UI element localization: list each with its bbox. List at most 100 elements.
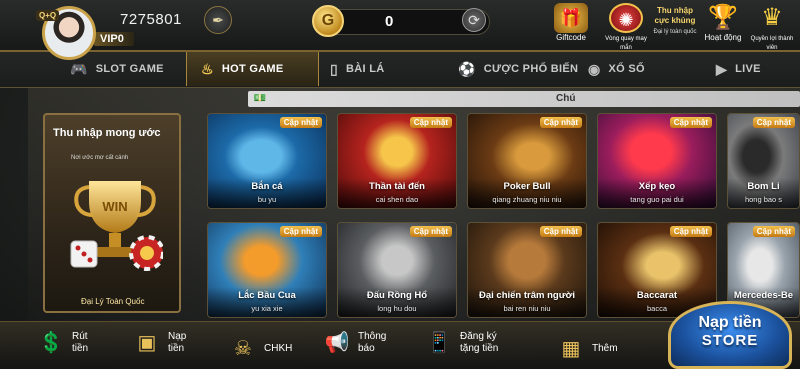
game-name: Mercedes-Be (733, 290, 794, 301)
news-ticker (248, 91, 800, 107)
category-tabs: 🎮 SLOT GAME ♨ HOT GAME ▯ BÀI LÁ ⚽ CƯỢC P… (0, 52, 800, 88)
register-bonus-button[interactable]: 📱 Đăng ký tặng tiền (424, 328, 499, 358)
coin-value: 0 (385, 13, 394, 30)
notifications-button[interactable]: 📢 Thông báo (322, 328, 387, 358)
game-subtitle: tang guo pai dui (630, 195, 684, 204)
game-name: Poker Bull (503, 181, 551, 192)
game-name: Đấu Rồng Hổ (366, 290, 428, 301)
support-button[interactable]: ☠ CHKH (228, 334, 292, 364)
tab-bai-la[interactable]: ▯ BÀI LÁ (330, 52, 384, 86)
more-label: Thêm (592, 343, 618, 354)
notifications-label-2: báo (358, 343, 375, 354)
update-badge: Cập nhật (409, 117, 452, 128)
game-card[interactable]: Cập nhật Poker Bull qiang zhuang niu niu (467, 113, 587, 209)
update-badge: Cập nhật (669, 226, 712, 237)
balance-value: 7275801 (120, 11, 182, 28)
more-icon: ▦ (561, 338, 581, 360)
phone-gift-icon: 📱 (426, 332, 452, 354)
game-subtitle: qiang zhuang niu niu (492, 195, 562, 204)
money-icon: 💵 (253, 93, 267, 104)
member-benefits-label: Quyền lợi thành viên (750, 36, 794, 51)
tab-slot-game[interactable]: 🎮 SLOT GAME (70, 52, 164, 86)
game-card[interactable]: Cập nhật Xếp kẹo tang guo pai dui (597, 113, 717, 209)
giftcode-label: Giftcode (556, 33, 586, 42)
promo-subtitle: Nơi ước mơ cất cánh (71, 155, 129, 161)
megaphone-icon: 📢 (324, 332, 350, 354)
game-name: Bom Li (747, 181, 780, 192)
coin-icon: G (312, 5, 344, 37)
game-name: Lắc Bầu Cua (238, 290, 296, 301)
tab-xo-so[interactable]: ◉ XỔ SỐ (588, 52, 645, 86)
store-label-1: Nạp tiền (698, 314, 762, 331)
update-badge: Cập nhật (279, 117, 322, 128)
agency-promo-banner[interactable]: Thu nhập mong ước Nơi ước mơ cất cánh WI… (43, 113, 181, 313)
tab-hot-game[interactable]: ♨ HOT GAME (186, 52, 319, 86)
trophy-icon: WIN (70, 181, 163, 271)
game-subtitle: yu xia xie (251, 304, 283, 313)
game-card[interactable]: Cập nhật Bom Li hong bao s (727, 113, 800, 209)
game-name: Bắn cá (251, 181, 283, 192)
vip-level-label: VIP0 (94, 32, 134, 46)
crown-icon: ♛ (761, 4, 783, 31)
game-subtitle: cai shen dao (375, 195, 419, 204)
activity-button[interactable]: 🏆 Hoạt động (704, 3, 742, 42)
ball-icon: ⚽ (458, 60, 476, 77)
support-icon: ☠ (234, 338, 252, 360)
lucky-spin-label: Vòng quay may mắn (605, 36, 647, 51)
wheel-icon: ✺ (609, 3, 643, 33)
lottery-icon: ◉ (588, 60, 601, 77)
game-name: Đại chiến trâm người (479, 290, 575, 301)
update-badge: Cập nhật (279, 226, 322, 237)
vip-rank-badge: Q+Q (36, 10, 60, 21)
feather-icon[interactable]: ✒ (204, 6, 232, 34)
game-subtitle: hong bao s (744, 195, 783, 204)
withdraw-label-1: Rút (72, 331, 88, 342)
update-badge: Cập nhật (539, 117, 582, 128)
gamepad-icon: 🎮 (70, 60, 88, 77)
game-card[interactable]: Cập nhật Lắc Bầu Cua yu xia xie (207, 222, 327, 318)
giftcode-button[interactable]: 🎁 Giftcode (554, 3, 588, 42)
cards-icon: ▯ (330, 60, 339, 77)
game-subtitle: long hu dou (377, 304, 417, 313)
promo-title: Thu nhập mong ước (53, 127, 161, 139)
deposit-button[interactable]: ▣ Nạp tiền (132, 328, 187, 358)
game-card[interactable]: Cập nhật Đấu Rồng Hổ long hu dou (337, 222, 457, 318)
trophy-win-text: WIN (102, 199, 127, 214)
tab-live[interactable]: ▶ LIVE (716, 52, 761, 86)
game-name: Thần tài đến (369, 181, 425, 192)
income-sub-label: Đại lý toàn quốc (653, 29, 697, 35)
activity-label: Hoạt động (704, 33, 742, 42)
tab-label: LIVE (735, 63, 761, 75)
support-label: CHKH (264, 343, 293, 354)
refresh-icon[interactable]: ⟳ (462, 8, 486, 32)
register-label-2: tặng tiền (460, 343, 499, 354)
trophy-icon: 🏆 (708, 4, 738, 31)
withdraw-label-2: tiền (72, 343, 89, 354)
game-subtitle: bai ren niu niu (503, 304, 551, 313)
member-benefits-button[interactable]: ♛ Quyền lợi thành viên (750, 3, 794, 51)
game-card[interactable]: Cập nhật Thần tài đến cai shen dao (337, 113, 457, 209)
deposit-label-1: Nạp (168, 331, 187, 342)
fire-icon: ♨ (201, 60, 214, 77)
game-card[interactable]: Cập nhật Baccarat bacca (597, 222, 717, 318)
game-name: Baccarat (636, 290, 678, 301)
update-badge: Cập nhật (669, 117, 712, 128)
tab-label: CƯỢC PHỔ BIẾN (483, 63, 579, 75)
game-subtitle: bu yu (257, 195, 277, 204)
tab-label: HOT GAME (221, 63, 284, 75)
game-card[interactable]: Cập nhật Bắn cá bu yu (207, 113, 327, 209)
deposit-label-2: tiền (168, 343, 185, 354)
more-button[interactable]: ▦ Thêm (556, 334, 618, 364)
ticker-text: Chú (556, 93, 576, 104)
income-button[interactable]: Thu nhập cực khủng Đại lý toàn quốc (650, 6, 700, 37)
tab-cuoc-pho-bien[interactable]: ⚽ CƯỢC PHỔ BIẾN (458, 52, 578, 86)
withdraw-button[interactable]: 💲 Rút tiền (36, 328, 89, 358)
tab-label: XỔ SỐ (608, 63, 645, 75)
top-bar: Q+Q VIP0 7275801 ✒ G 0 ⟳ 🎁 Giftcode ✺ Vò… (0, 0, 800, 60)
update-badge: Cập nhật (409, 226, 452, 237)
deposit-store-button[interactable]: Nạp tiền STORE (668, 301, 792, 369)
game-name: Xếp kẹo (638, 181, 676, 192)
game-card[interactable]: Cập nhật Đại chiến trâm người bai ren niu … (467, 222, 587, 318)
lucky-spin-button[interactable]: ✺ Vòng quay may mắn (604, 3, 648, 51)
store-label-2: STORE (701, 332, 759, 349)
